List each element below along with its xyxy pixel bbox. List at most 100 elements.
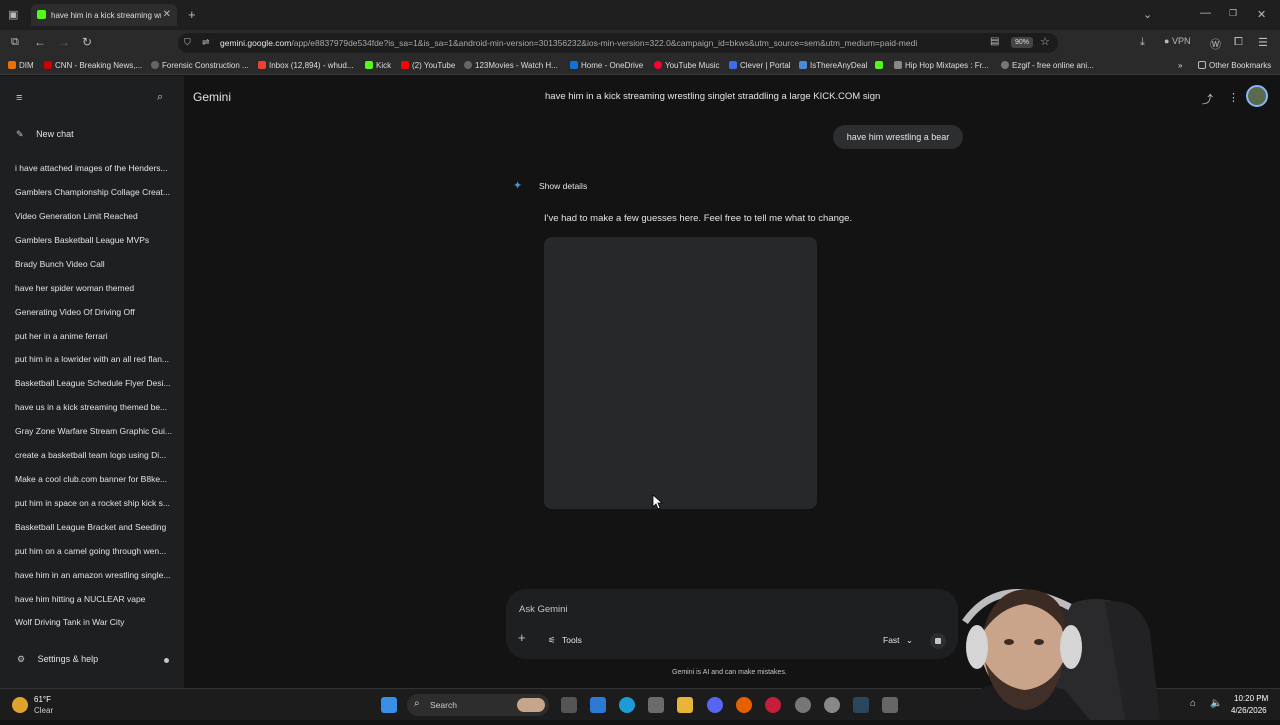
notification-dot [164,658,169,663]
recent-chat-item[interactable]: have him in an amazon wrestling single..… [15,570,175,580]
tab-close-icon[interactable]: ✕ [163,9,171,20]
bookmark-star-icon[interactable]: ☆ [1040,35,1050,48]
volume-icon[interactable]: 🔈 [1210,698,1222,709]
webcam-overlay [955,572,1185,720]
discord-icon[interactable] [707,697,723,713]
recent-chat-item[interactable]: put him on a camel going through wen... [15,546,175,556]
add-plus-icon[interactable]: + [518,630,526,645]
bookmarks-overflow-icon[interactable]: » [1178,61,1182,70]
network-icon[interactable]: ⌂ [1190,698,1196,709]
bookmark-item[interactable]: Home - OneDrive [570,61,643,70]
windows-start-icon[interactable] [381,697,397,713]
gemini-sidebar: ≡ ⌕ ✎ New chat i have attached images of… [0,76,184,688]
clock-date[interactable]: 4/26/2026 [1231,706,1267,715]
bookmark-item[interactable]: Clever | Portal [729,61,791,70]
recent-chat-item[interactable]: Wolf Driving Tank in War City [15,617,175,627]
recent-chat-item[interactable]: Basketball League Schedule Flyer Desi... [15,378,175,388]
copilot-icon[interactable] [590,697,606,713]
tools-button[interactable]: ⚟ Tools [548,635,582,646]
reload-icon[interactable]: ↻ [82,35,92,49]
new-chat-button[interactable]: ✎ New chat [16,129,74,140]
recent-chat-item[interactable]: Gray Zone Warfare Stream Graphic Gui... [15,426,175,436]
mode-selector[interactable]: Fast ⌄ [883,635,913,646]
share-icon[interactable]: ⤴ [1202,91,1213,107]
recent-chat-item[interactable]: Basketball League Bracket and Seeding [15,522,175,532]
bookmark-item[interactable]: Hip Hop Mixtapes : Fr... [894,61,989,70]
recent-chat-item[interactable]: Gamblers Championship Collage Creat... [15,187,175,197]
bookmark-item[interactable]: Forensic Construction ... [151,61,249,70]
recent-chat-item[interactable]: Make a cool club.com banner for B8ke... [15,474,175,484]
minimize-icon[interactable]: — [1200,7,1211,19]
site-settings-icon[interactable]: ⇌ [202,37,210,48]
bookmark-item[interactable]: Kick [365,61,391,70]
search-icon[interactable]: ⌕ [157,91,163,104]
bookmark-item[interactable]: 123Movies - Watch H... [464,61,558,70]
settings-help-button[interactable]: ⚙ Settings & help [17,654,98,665]
file-explorer-icon[interactable] [677,697,693,713]
forward-icon[interactable]: → [58,35,70,49]
recent-chat-item[interactable]: Brady Bunch Video Call [15,259,175,269]
more-options-icon[interactable]: ⋮ [1228,91,1239,104]
task-view-icon[interactable] [561,697,577,713]
zoom-badge[interactable]: 90% [1011,37,1034,48]
recent-chat-item[interactable]: put him in space on a rocket ship kick s… [15,498,175,508]
weather-moon-icon [12,697,28,713]
window-close-icon[interactable]: ✕ [1257,8,1266,21]
generated-image-placeholder[interactable] [544,237,817,509]
settings-app-icon[interactable] [824,697,840,713]
recent-chat-item[interactable]: put her in a anime ferrari [15,331,175,341]
recent-chat-item[interactable]: Gamblers Basketball League MVPs [15,235,175,245]
clock-time[interactable]: 10:20 PM [1234,694,1268,703]
weather-temp[interactable]: 61°F [34,695,51,704]
app-icon[interactable] [882,697,898,713]
recent-chat-item[interactable]: have her spider woman themed [15,283,175,293]
store-icon[interactable] [648,697,664,713]
stop-generation-button[interactable] [930,633,946,649]
menu-icon[interactable]: ☰ [1258,36,1268,49]
browser-toolbar: ⧉ ← → ↻ ⛉ ⇌ gemini.google.com/app/e88379… [0,30,1280,56]
sidebar-toggle-icon[interactable]: ⧉ [11,36,19,49]
obs-icon[interactable] [795,697,811,713]
tab-overview-icon[interactable]: ▣ [8,8,18,21]
restore-icon[interactable]: ❐ [1229,8,1237,19]
bookmark-item[interactable]: (2) YouTube [401,61,455,70]
prompt-input[interactable]: Ask Gemini [519,604,568,615]
reader-mode-icon[interactable]: ▤ [990,36,999,47]
bookmark-item[interactable] [875,61,886,70]
other-bookmarks[interactable]: Other Bookmarks [1198,61,1271,70]
profile-w-icon[interactable]: Ⓦ [1210,36,1221,52]
steam-icon[interactable] [853,697,869,713]
edge-icon[interactable] [619,697,635,713]
avatar[interactable] [1246,85,1268,107]
recent-chat-item[interactable]: have us in a kick streaming themed be... [15,402,175,412]
bookmark-item[interactable]: CNN - Breaking News,... [44,61,142,70]
recent-chat-item[interactable]: put him in a lowrider with an all red fl… [15,354,175,364]
taskbar-search[interactable]: ⌕ Search [407,694,549,716]
back-icon[interactable]: ← [34,35,46,49]
bookmark-item[interactable]: DIM [8,61,34,70]
browser-tab-active[interactable]: have him in a kick streaming wr ✕ [31,4,177,26]
weather-desc[interactable]: Clear [34,706,53,715]
bookmark-item[interactable]: Ezgif - free online ani... [1001,61,1094,70]
shield-icon[interactable]: ⛉ [184,37,191,48]
vpn-button[interactable]: ● VPN [1164,36,1190,46]
tools-sliders-icon: ⚟ [548,635,556,645]
media-player-icon[interactable] [765,697,781,713]
downloads-icon[interactable]: ⤓ [1140,36,1145,49]
bookmark-item[interactable]: YouTube Music [654,61,720,70]
bookmark-item[interactable]: IsThereAnyDeal [799,61,867,70]
address-bar[interactable]: ⛉ ⇌ gemini.google.com/app/e8837979de534f… [178,33,1058,53]
tab-list-chevron-icon[interactable]: ⌄ [1143,8,1152,21]
recent-chat-item[interactable]: i have attached images of the Henders... [15,163,175,173]
firefox-icon[interactable] [736,697,752,713]
hamburger-menu-icon[interactable]: ≡ [16,92,22,104]
bookmark-item[interactable]: Inbox (12,894) - whud... [258,61,354,70]
recent-chat-item[interactable]: create a basketball team logo using Di..… [15,450,175,460]
show-details-button[interactable]: Show details [539,181,587,191]
recent-chat-item[interactable]: Generating Video Of Driving Off [15,307,175,317]
extensions-icon[interactable]: ⧠ [1234,36,1243,49]
recent-chat-item[interactable]: have him hitting a NUCLEAR vape [15,594,175,604]
new-tab-icon[interactable]: + [188,7,196,22]
recent-chat-item[interactable]: Video Generation Limit Reached [15,211,175,221]
url-text[interactable]: gemini.google.com/app/e8837979de534fde?i… [220,38,980,48]
